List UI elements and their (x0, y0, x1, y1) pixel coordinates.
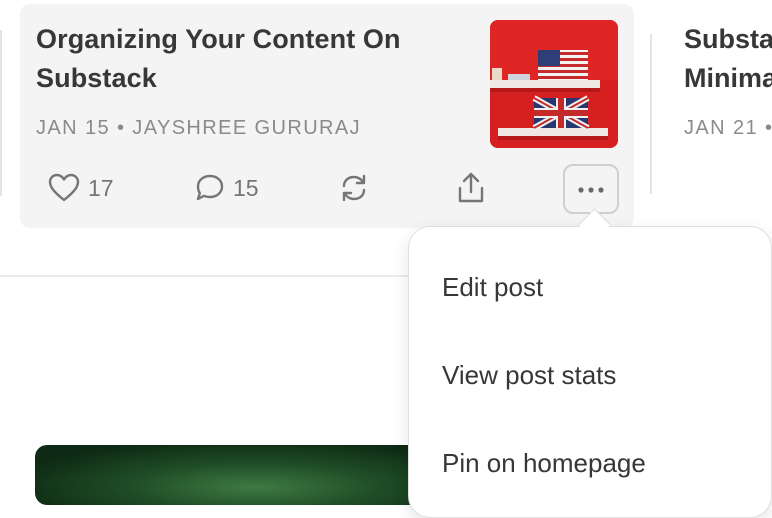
restack-action[interactable] (338, 168, 370, 208)
next-post-title[interactable]: Substa Minima (684, 20, 772, 98)
menu-item-pin-on-homepage[interactable]: Pin on homepage (442, 448, 646, 479)
next-post-title-line-2: Minima (684, 63, 772, 93)
comment-action[interactable]: 15 (195, 168, 259, 208)
heart-icon (48, 173, 80, 203)
like-count: 17 (88, 174, 114, 201)
flags-shelf-image (490, 20, 618, 148)
menu-item-edit-post[interactable]: Edit post (442, 272, 543, 303)
post-title[interactable]: Organizing Your Content On Substack (36, 20, 466, 98)
menu-item-view-post-stats[interactable]: View post stats (442, 360, 616, 391)
post-card[interactable]: Organizing Your Content On Substack JAN … (20, 4, 634, 228)
comment-icon (195, 173, 225, 203)
post-image[interactable] (35, 445, 435, 505)
share-icon (456, 171, 486, 205)
post-meta: JAN 15 • JAYSHREE GURURAJ (36, 117, 362, 139)
more-options-button[interactable] (563, 164, 619, 214)
next-post-title-line-1: Substa (684, 24, 772, 54)
restack-icon (338, 172, 370, 204)
next-card-divider (650, 34, 652, 194)
more-dots-icon (578, 180, 604, 198)
comment-count: 15 (233, 174, 259, 201)
left-card-divider (0, 30, 2, 196)
post-thumbnail[interactable] (490, 20, 618, 148)
like-action[interactable]: 17 (48, 168, 114, 208)
share-action[interactable] (456, 168, 486, 208)
next-post-meta: JAN 21 • (684, 117, 772, 139)
